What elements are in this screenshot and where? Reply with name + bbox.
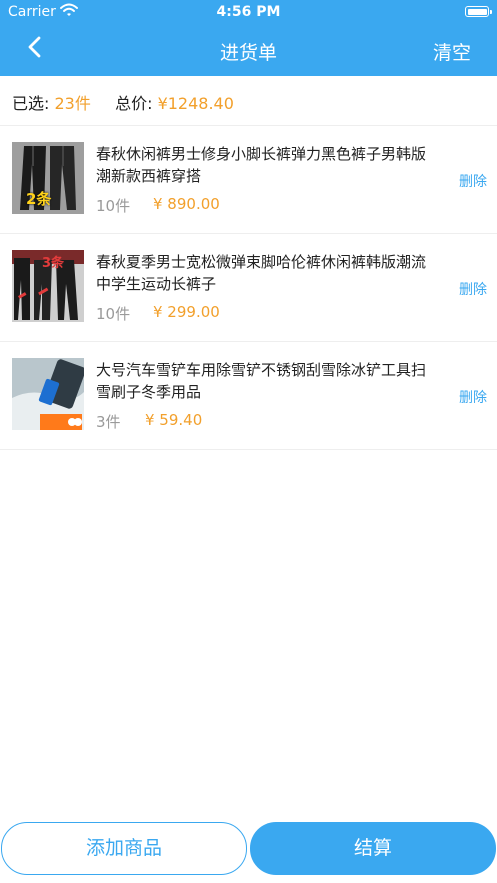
nav-header: Carrier 4:56 PM 进货单 清空 — [0, 0, 497, 76]
delete-button[interactable]: 删除 — [459, 171, 487, 191]
product-name: 春秋夏季男士宽松微弹束脚哈伦裤休闲裤韩版潮流中学生运动长裤子 — [96, 253, 427, 293]
status-bar: Carrier 4:56 PM — [0, 0, 497, 26]
divider — [0, 449, 497, 450]
product-name: 大号汽车雪铲车用除雪铲不锈钢刮雪除冰铲工具扫雪刷子冬季用品 — [96, 361, 427, 401]
selected-label: 已选: — [12, 94, 50, 113]
add-product-button[interactable]: 添加商品 — [1, 822, 247, 875]
product-name: 春秋休闲裤男士修身小脚长裤弹力黑色裤子男韩版潮新款西裤穿搭 — [96, 145, 427, 185]
product-price: ¥ 890.00 — [153, 195, 220, 213]
product-item[interactable]: 2条 春秋休闲裤男士修身小脚长裤弹力黑色裤子男韩版潮新款西裤穿搭 10件 ¥ 8… — [0, 126, 497, 234]
product-quantity: 10件 — [96, 305, 131, 323]
product-image[interactable]: 2条 — [12, 142, 84, 214]
battery-icon — [465, 6, 492, 17]
checkout-button[interactable]: 结算 — [250, 822, 496, 875]
total-value: ¥1248.40 — [157, 94, 234, 113]
product-image-badge: 3条 — [42, 256, 65, 271]
order-summary: 已选: 23件 总价: ¥1248.40 — [12, 90, 234, 114]
product-image-badge: 2条 — [26, 190, 52, 208]
bottom-action-bar: 添加商品 结算 — [0, 822, 497, 876]
product-price: ¥ 299.00 — [153, 303, 220, 321]
product-price: ¥ 59.40 — [145, 411, 203, 429]
product-quantity: 10件 — [96, 197, 131, 215]
product-quantity: 3件 — [96, 413, 121, 431]
delete-button[interactable]: 删除 — [459, 279, 487, 299]
clear-button[interactable]: 清空 — [433, 38, 471, 65]
page-title: 进货单 — [219, 42, 277, 64]
selected-count: 23件 — [54, 94, 91, 113]
product-image[interactable]: 3条 — [12, 250, 84, 322]
delete-button[interactable]: 删除 — [459, 387, 487, 407]
total-label: 总价: — [115, 94, 153, 113]
product-item[interactable]: 大号汽车雪铲车用除雪铲不锈钢刮雪除冰铲工具扫雪刷子冬季用品 3件 ¥ 59.40… — [0, 342, 497, 450]
status-time: 4:56 PM — [216, 4, 281, 20]
product-image[interactable] — [12, 358, 84, 430]
product-item[interactable]: 3条 春秋夏季男士宽松微弹束脚哈伦裤休闲裤韩版潮流中学生运动长裤子 10件 ¥ … — [0, 234, 497, 342]
